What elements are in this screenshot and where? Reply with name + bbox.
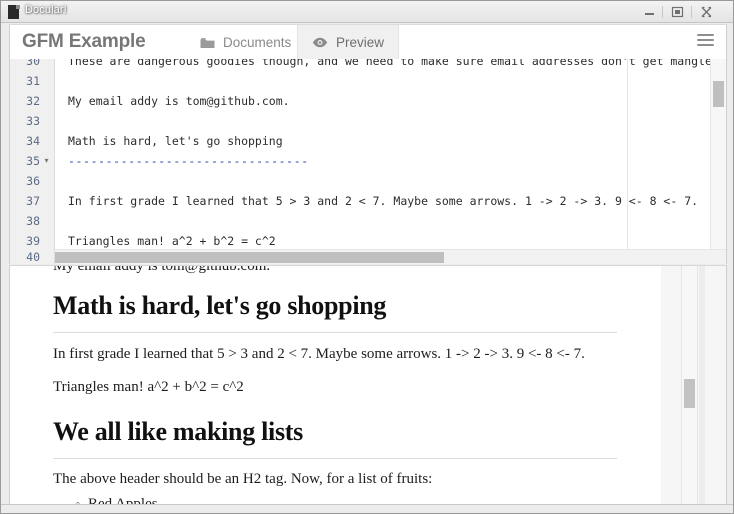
preview-heading: Math is hard, let's go shopping [53,291,387,320]
application-window: Docular! GFM Example Documents Preview 3… [0,0,734,514]
tab-preview-label: Preview [336,35,385,50]
line-number-gutter: 30 31 32 33 34 35 ▾ 36 37 38 39 40 [10,59,55,264]
fold-arrow-icon[interactable]: ▾ [42,151,51,171]
preview-divider [53,458,617,459]
preview-outer-scroll-track[interactable] [699,266,705,506]
window-left-frame [1,23,9,507]
app-header: GFM Example Documents Preview [9,24,727,60]
preview-scroll-region[interactable]: My email addy is tom@github.com. Math is… [10,266,705,506]
hamburger-line [697,34,714,36]
folder-icon [200,37,215,49]
tab-preview[interactable]: Preview [297,25,400,60]
titlebar-separator [691,6,692,18]
line-number: 38 [26,214,40,228]
code-editor[interactable]: 30 31 32 33 34 35 ▾ 36 37 38 39 40 These… [9,59,727,264]
eye-icon [312,37,328,48]
preview-vertical-scrollbar[interactable] [681,266,698,506]
close-icon[interactable] [699,5,714,19]
code-line: Math is hard, let's go shopping [68,134,283,148]
page-title: GFM Example [22,31,146,52]
preview-pane: My email addy is tom@github.com. Math is… [9,265,727,506]
hamburger-line [697,44,714,46]
line-number: 37 [26,194,40,208]
editor-vertical-scrollbar-thumb[interactable] [713,81,724,107]
editor-horizontal-scrollbar-thumb[interactable] [55,252,444,263]
code-line: -------------------------------- [68,154,309,168]
title-bar: Docular! [1,1,733,23]
line-number: 40 [26,250,40,264]
line-number: 33 [26,114,40,128]
line-number: 34 [26,134,40,148]
line-number: 35 [26,154,40,168]
preview-clipped-line: My email addy is tom@github.com. [53,266,271,274]
titlebar-separator [662,6,663,18]
line-number: 31 [26,74,40,88]
preview-divider [53,332,617,333]
minimize-icon[interactable] [642,5,657,19]
code-line: Triangles man! a^2 + b^2 = c^2 [68,234,276,248]
line-number: 36 [26,174,40,188]
code-line: In first grade I learned that 5 > 3 and … [68,194,699,208]
preview-paragraph: In first grade I learned that 5 > 3 and … [53,346,585,362]
print-margin-ruler [627,59,628,255]
editor-horizontal-scrollbar[interactable] [55,249,726,264]
document-icon-fold [16,5,20,9]
editor-scrollbar-corner [711,250,726,264]
tab-documents-label: Documents [223,35,292,50]
code-line: My email addy is tom@github.com. [68,94,290,108]
preview-heading: We all like making lists [53,417,303,446]
preview-vertical-scrollbar-thumb[interactable] [684,379,695,408]
line-number: 32 [26,94,40,108]
preview-paragraph: The above header should be an H2 tag. No… [53,471,433,487]
line-number: 30 [26,59,40,68]
hamburger-menu-icon[interactable] [697,34,714,49]
maximize-icon[interactable] [670,5,685,19]
window-right-frame [727,23,733,507]
code-text-area[interactable]: These are dangerous goodies though, and … [55,59,726,264]
window-title: Docular! [25,4,67,16]
preview-paragraph: Triangles man! a^2 + b^2 = c^2 [53,379,244,395]
hamburger-line [697,39,714,41]
window-bottom-frame [1,504,733,513]
editor-vertical-scrollbar[interactable] [710,59,726,250]
tab-documents[interactable]: Documents [186,25,305,60]
code-line: These are dangerous goodies though, and … [68,59,719,68]
rendered-markdown-document: My email addy is tom@github.com. Math is… [10,266,661,506]
